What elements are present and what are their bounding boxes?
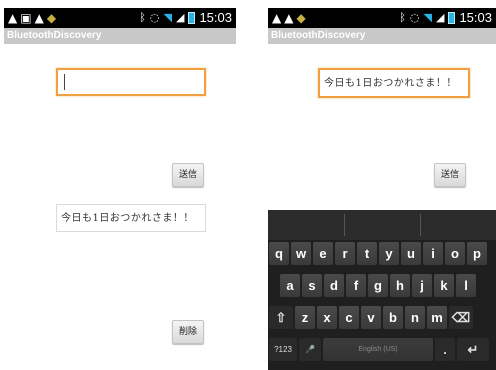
- keyboard-row-2: asdfghjkl: [280, 274, 478, 297]
- key-e[interactable]: e: [313, 242, 333, 265]
- key-q[interactable]: q: [269, 242, 289, 265]
- key-x[interactable]: x: [317, 306, 337, 329]
- backspace-icon: ⌫: [451, 310, 471, 325]
- signal-icon: ◢: [435, 11, 445, 24]
- key-p[interactable]: p: [467, 242, 487, 265]
- text-cursor: [64, 74, 65, 90]
- message-input[interactable]: 今日も1日おつかれさま！！: [318, 68, 470, 98]
- system-icons: ᛒ ◌ ◥ ◢ 15:03: [399, 11, 492, 25]
- key-j[interactable]: j: [412, 274, 432, 297]
- delete-button[interactable]: 削除: [172, 320, 204, 344]
- sync-icon: ◌: [409, 11, 420, 24]
- right-phone-screen: ▲ ▲ ◆ ᛒ ◌ ◥ ◢ 15:03 BluetoothDiscovery 今…: [268, 8, 496, 370]
- bluetooth-icon: ᛒ: [139, 11, 146, 24]
- status-bar: ▲ ▣ ▲ ◆ ᛒ ◌ ◥ ◢ 15:03: [4, 8, 236, 28]
- key-s[interactable]: s: [302, 274, 322, 297]
- send-button[interactable]: 送信: [172, 163, 204, 187]
- key-c[interactable]: c: [339, 306, 359, 329]
- notification-icons: ▲ ▣ ▲ ◆: [8, 11, 56, 25]
- key-k[interactable]: k: [434, 274, 454, 297]
- key-o[interactable]: o: [445, 242, 465, 265]
- key-i[interactable]: i: [423, 242, 443, 265]
- android-icon: ◆: [46, 11, 57, 25]
- suggestion-strip: [268, 210, 496, 240]
- divider: [344, 214, 345, 236]
- key-d[interactable]: d: [324, 274, 344, 297]
- received-message-text: 今日も1日おつかれさま！！: [61, 213, 194, 224]
- app-title: BluetoothDiscovery: [4, 28, 236, 44]
- system-icons: ᛒ ◌ ◥ ◢ 15:03: [139, 11, 232, 25]
- key-t[interactable]: t: [357, 242, 377, 265]
- key-n[interactable]: n: [405, 306, 425, 329]
- notification-icons: ▲ ▲ ◆: [272, 11, 306, 25]
- warning-icon: ▲: [34, 11, 44, 25]
- soft-keyboard: qwertyuiop asdfghjkl ⇧ zxcvbnm ⌫ ?123 🎤 …: [268, 210, 496, 370]
- wifi-icon: ◥: [163, 11, 172, 24]
- key-g[interactable]: g: [368, 274, 388, 297]
- warning-icon: ▲: [272, 11, 282, 25]
- key-b[interactable]: b: [383, 306, 403, 329]
- key-y[interactable]: y: [379, 242, 399, 265]
- shift-icon: ⇧: [275, 310, 287, 325]
- backspace-key[interactable]: ⌫: [449, 306, 473, 329]
- send-button[interactable]: 送信: [434, 163, 466, 187]
- android-icon: ◆: [296, 11, 306, 25]
- enter-icon: ↵: [467, 342, 479, 357]
- app-title: BluetoothDiscovery: [268, 28, 496, 44]
- space-key[interactable]: English (US): [323, 338, 433, 361]
- keyboard-row-3: ⇧ zxcvbnm ⌫: [269, 306, 475, 329]
- key-z[interactable]: z: [295, 306, 315, 329]
- message-input-text: 今日も1日おつかれさま！！: [324, 78, 457, 89]
- key-w[interactable]: w: [291, 242, 311, 265]
- microphone-icon: 🎤: [305, 345, 315, 354]
- battery-icon: [188, 12, 196, 24]
- status-time: 15:03: [459, 10, 492, 25]
- sync-icon: ◌: [149, 11, 160, 24]
- image-icon: ▣: [20, 11, 32, 25]
- keyboard-letters-row-3: zxcvbnm: [295, 306, 449, 329]
- left-phone-screen: ▲ ▣ ▲ ◆ ᛒ ◌ ◥ ◢ 15:03 BluetoothDiscovery…: [4, 8, 236, 370]
- status-time: 15:03: [199, 10, 232, 25]
- message-input[interactable]: [56, 68, 206, 96]
- warning-icon: ▲: [284, 11, 294, 25]
- warning-icon: ▲: [8, 11, 18, 25]
- wifi-icon: ◥: [423, 11, 432, 24]
- period-key[interactable]: .: [435, 338, 455, 361]
- divider: [420, 214, 421, 236]
- battery-icon: [448, 12, 456, 24]
- keyboard-row-1: qwertyuiop: [269, 242, 489, 265]
- keyboard-row-4: ?123 🎤 English (US) . ↵: [269, 338, 491, 361]
- key-m[interactable]: m: [427, 306, 447, 329]
- enter-key[interactable]: ↵: [457, 338, 489, 361]
- key-v[interactable]: v: [361, 306, 381, 329]
- key-h[interactable]: h: [390, 274, 410, 297]
- symbols-key[interactable]: ?123: [269, 338, 297, 361]
- key-r[interactable]: r: [335, 242, 355, 265]
- signal-icon: ◢: [175, 11, 185, 24]
- key-f[interactable]: f: [346, 274, 366, 297]
- bluetooth-icon: ᛒ: [399, 11, 406, 24]
- received-message-field[interactable]: 今日も1日おつかれさま！！: [56, 204, 206, 232]
- key-a[interactable]: a: [280, 274, 300, 297]
- key-l[interactable]: l: [456, 274, 476, 297]
- shift-key[interactable]: ⇧: [269, 306, 293, 329]
- key-u[interactable]: u: [401, 242, 421, 265]
- status-bar: ▲ ▲ ◆ ᛒ ◌ ◥ ◢ 15:03: [268, 8, 496, 28]
- microphone-key[interactable]: 🎤: [299, 338, 321, 361]
